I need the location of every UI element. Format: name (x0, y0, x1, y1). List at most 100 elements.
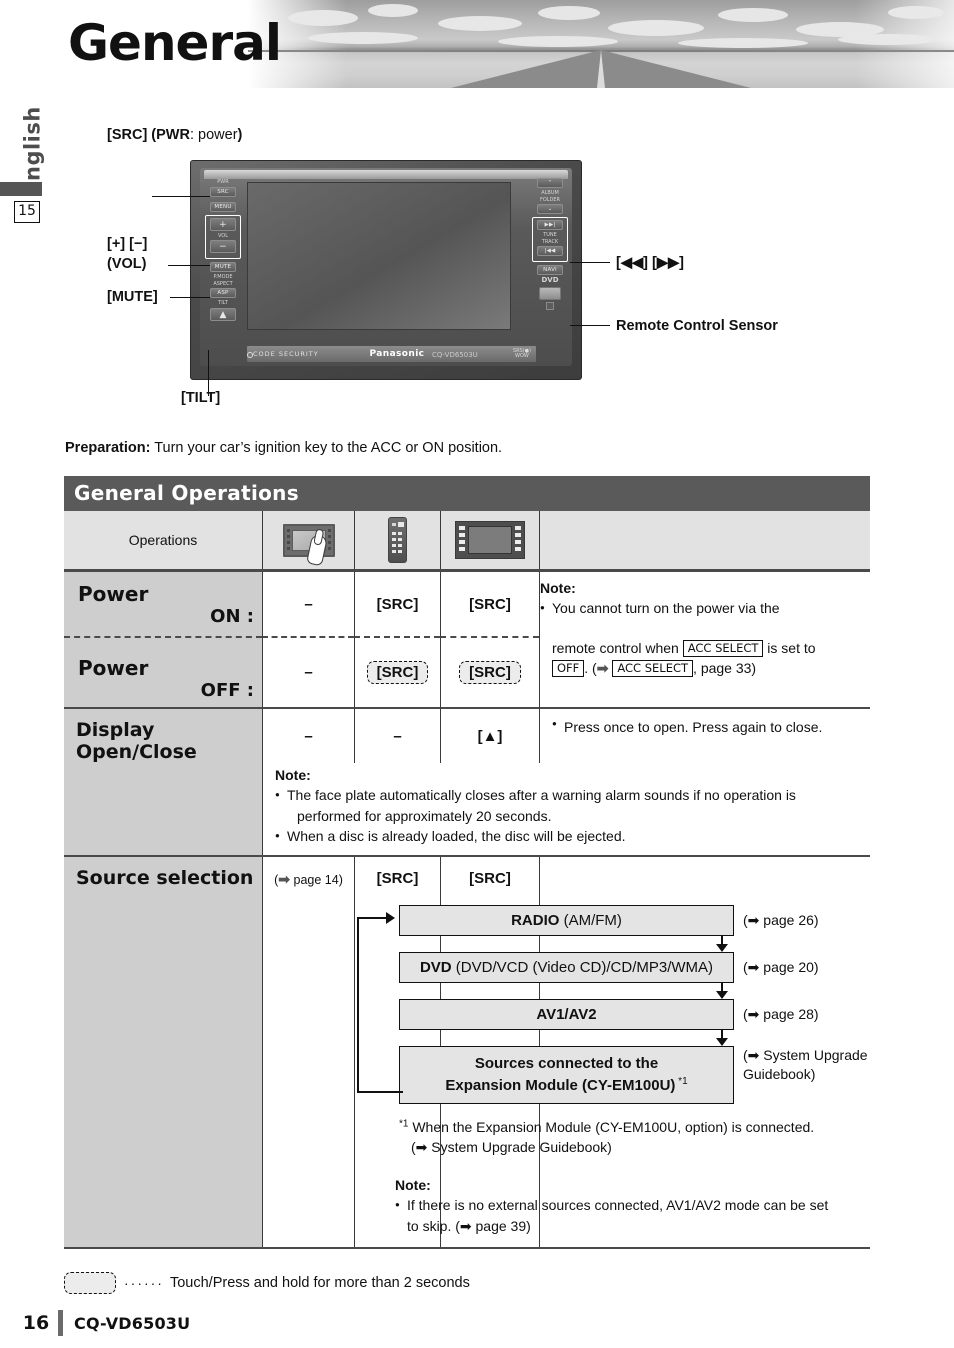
tune-label: TUNE (543, 232, 557, 238)
flow-box-expansion[interactable]: Sources connected to the Expansion Modul… (399, 1046, 734, 1104)
note-bullet: You cannot turn on the power via the (540, 598, 870, 618)
flow-ref-dvd: (➡ page 20) (743, 959, 819, 975)
preparation-text: Preparation: Turn your car’s ignition ke… (65, 440, 502, 456)
leader-sensor (570, 325, 610, 327)
callout-vol: [+] [−] (107, 236, 148, 252)
navi-button[interactable]: NAVI (537, 265, 563, 275)
cell-unit-dashed[interactable]: [SRC] (459, 661, 521, 684)
cell-remote-dashed[interactable]: [SRC] (366, 661, 429, 684)
flow-av-bold: AV1/AV2 (536, 1006, 597, 1023)
callout-remote-sensor: Remote Control Sensor (616, 318, 778, 334)
track-prev-button[interactable]: |◀◀ (537, 246, 563, 256)
footer-page-number: 16 (22, 1312, 50, 1334)
cloud (498, 36, 618, 47)
cell-unit[interactable]: [SRC] (440, 572, 539, 638)
pmode-label: P.MODE (213, 274, 233, 280)
op-sub: ON : (210, 606, 254, 627)
note-line2: remote control when ACC SELECT is set to (540, 638, 870, 658)
srs-logo: SRS(●) WOW (513, 349, 531, 359)
cloud (608, 20, 704, 36)
flow-ref-exp-l1: (➡ System Upgrade (743, 1047, 868, 1063)
tune-track-group: ▶▶| TUNE TRACK |◀◀ (532, 217, 568, 262)
power-note-cont: remote control when ACC SELECT is set to… (539, 638, 870, 709)
header-unit-col (440, 511, 539, 569)
cell-unit[interactable]: [▲] (440, 709, 539, 763)
flow-exp-mark: *1 (675, 1075, 688, 1087)
source-note-l1: If there is no external sources connecte… (407, 1197, 829, 1214)
src-button[interactable]: SRC (210, 186, 236, 197)
table-row: Power OFF : – [SRC] [SRC] remote control… (64, 638, 870, 709)
display-note-inline: Press once to open. Press again to close… (539, 709, 870, 763)
cell-remote[interactable]: [SRC] (354, 638, 440, 709)
right-button-column: ⌃ ALBUM FOLDER ⌄ ▶▶| TUNE TRACK |◀◀ NAVI… (532, 178, 568, 343)
volume-group: + VOL − (205, 214, 241, 259)
cloud (288, 10, 358, 26)
legend-dots: ······ (124, 1275, 164, 1291)
cloud (368, 4, 418, 17)
pwr-label: PWR (217, 179, 229, 185)
menu-button[interactable]: MENU (210, 201, 236, 212)
left-button-column: PWR SRC MENU + VOL − MUTE P.MODE ASPECT … (205, 179, 241, 340)
touch-ref-text: page 14) (290, 873, 343, 887)
display-note-inline-text: Press once to open. Press again to close… (552, 714, 822, 737)
note-title: Note: (275, 767, 311, 783)
road-center-line (597, 50, 605, 88)
device-top-bezel (204, 170, 568, 179)
loop-arrowhead (386, 912, 395, 924)
page-banner: General (0, 0, 954, 90)
table-row: Display Open/Close – – [▲] Press once to… (64, 709, 870, 763)
src-caption-bold2: ) (237, 127, 243, 143)
track-label: TRACK (541, 238, 559, 245)
display-note-row: Note: The face plate automatically close… (64, 763, 870, 857)
vol-label: VOL (217, 232, 229, 239)
album-up-button[interactable]: ⌃ (537, 178, 563, 188)
flow-exp-l1: Sources connected to the (474, 1055, 659, 1072)
eject-tilt-button[interactable]: ▲ (210, 307, 236, 321)
device-brand-bar: CODE SECURITY Panasonic CQ-VD6503U SRS(●… (247, 346, 536, 362)
row-label-power-off: Power OFF : (64, 638, 262, 709)
arrow-icon: ➡ (596, 660, 609, 677)
footer-model: CQ-VD6503U (74, 1313, 191, 1333)
cell-unit[interactable]: [SRC] (440, 638, 539, 709)
callout-vol-sub: (VOL) (107, 256, 147, 272)
header-touch-col (262, 511, 354, 569)
header-note-col (539, 511, 870, 569)
note-line3-a: . ( (584, 660, 597, 677)
preparation-label: Preparation: (65, 440, 151, 456)
touch-panel-icon (282, 523, 335, 566)
cell-remote[interactable]: [SRC] (354, 572, 440, 638)
note-bullet: When a disc is already loaded, the disc … (275, 826, 860, 846)
asp-button[interactable]: ASP (210, 288, 236, 298)
op-sub: OFF : (200, 680, 254, 701)
callout-skip: [◀◀] [▶▶] (616, 255, 684, 271)
flow-ref-av: (➡ page 28) (743, 1006, 819, 1022)
legend-dashed-box (64, 1272, 116, 1294)
remote-control-icon (388, 517, 407, 563)
album-down-button[interactable]: ⌄ (537, 204, 563, 214)
acc-select-box: ACC SELECT (682, 640, 764, 657)
vol-up-button[interactable]: + (210, 217, 236, 231)
table-row: Power ON : – [SRC] [SRC] Note: You canno… (64, 572, 870, 638)
unit-icon-screen (468, 526, 512, 554)
cloud (718, 8, 788, 22)
flow-connector (566, 1030, 878, 1046)
cloud (888, 6, 944, 19)
power-note: Note: You cannot turn on the power via t… (539, 572, 870, 638)
note-line3-b: , page 33) (693, 660, 757, 677)
note-line2-a: remote control when (552, 640, 683, 656)
flow-box-radio[interactable]: RADIO (AM/FM) (399, 905, 734, 936)
section-page-badge: 15 (14, 201, 40, 223)
note-bullet: If there is no external sources connecte… (395, 1195, 878, 1236)
road-photo (248, 0, 954, 88)
note-line2-b: is set to (763, 640, 816, 656)
page-footer: 16 CQ-VD6503U (14, 1310, 190, 1336)
op-name: Source selection (76, 867, 254, 889)
row-label-display: Display Open/Close (64, 709, 262, 763)
track-next-button[interactable]: ▶▶| (537, 220, 563, 230)
flow-box-dvd[interactable]: DVD (DVD/VCD (Video CD)/CD/MP3/WMA) (399, 952, 734, 983)
flow-box-av[interactable]: AV1/AV2 (399, 999, 734, 1030)
leader-mute (170, 297, 210, 299)
vol-down-button[interactable]: − (210, 240, 236, 253)
device-model-label: CQ-VD6503U (431, 350, 478, 359)
mute-button[interactable]: MUTE (210, 262, 236, 272)
